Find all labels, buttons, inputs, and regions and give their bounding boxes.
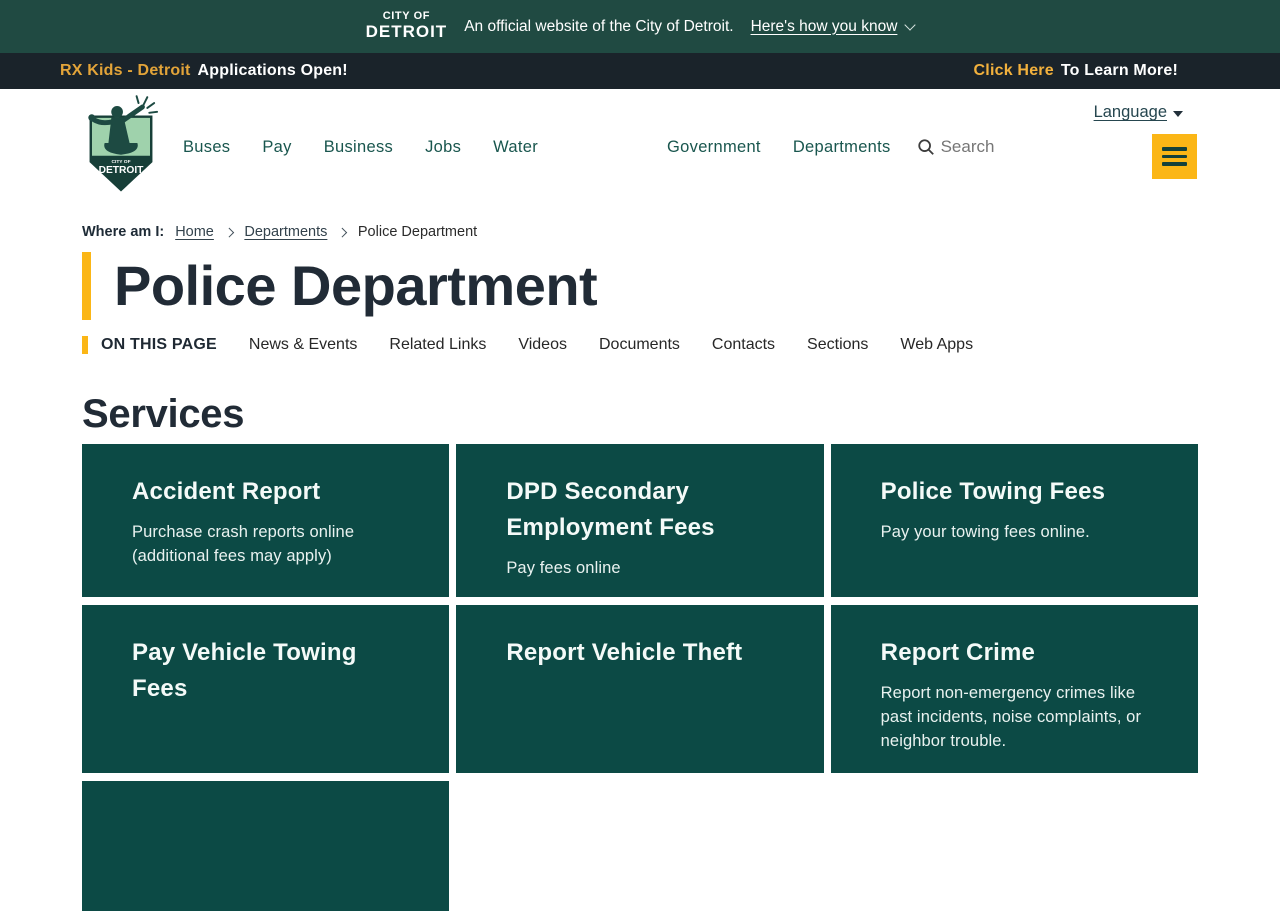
service-card-description: Report non-emergency crimes like past in… (880, 684, 1142, 750)
main-navigation: Buses Pay Business Jobs Water Government… (183, 138, 891, 157)
detroit-logo[interactable]: CITY OF DETROIT (82, 93, 160, 198)
nav-jobs[interactable]: Jobs (425, 138, 461, 157)
service-card-title: Police Towing Fees (880, 478, 1106, 505)
service-card-description: Purchase crash reports online (additiona… (132, 523, 355, 565)
service-card-accident-report[interactable]: Accident Report Purchase crash reports o… (82, 444, 450, 597)
breadcrumb-departments-link[interactable]: Departments (244, 224, 327, 240)
service-card-description: Pay your towing fees online. (880, 523, 1090, 541)
tab-contacts[interactable]: Contacts (712, 336, 775, 354)
banner-left-text: Applications Open! (197, 62, 348, 79)
rx-kids-link[interactable]: RX Kids - Detroit (60, 62, 191, 79)
service-card-title: Accident Report (132, 478, 321, 505)
breadcrumb-current-page: Police Department (357, 224, 478, 240)
svg-text:DETROIT: DETROIT (99, 165, 145, 176)
service-card-dpd-secondary-employment-fees[interactable]: DPD Secondary Employment Fees Pay fees o… (456, 444, 824, 597)
site-header: CITY OF DETROIT Buses Pay Business Jobs … (0, 89, 1280, 201)
search-icon (917, 139, 934, 155)
heres-how-you-know-link[interactable]: Here's how you know (750, 17, 917, 36)
menu-icon (1162, 147, 1187, 166)
spirit-of-detroit-logo-icon: CITY OF DETROIT (88, 94, 159, 191)
service-card-report-crime[interactable]: Report Crime Report non-emergency crimes… (830, 605, 1198, 773)
official-website-text: An official website of the City of Detro… (464, 17, 734, 35)
page-title: Police Department (82, 252, 1198, 320)
language-dropdown[interactable]: Language (1094, 103, 1183, 122)
tab-videos[interactable]: Videos (518, 336, 567, 354)
service-card-title: Report Vehicle Theft (506, 639, 743, 666)
search-control[interactable]: Search (917, 137, 995, 157)
announcement-banner: RX Kids - Detroit Applications Open! Clic… (0, 53, 1280, 89)
on-this-page-label: ON THIS PAGE (82, 336, 217, 354)
heres-how-you-know-label: Here's how you know (750, 17, 898, 35)
service-card-description: Pay fees online (506, 559, 621, 577)
breadcrumb-home-link[interactable]: Home (175, 224, 214, 240)
banner-right-message: Click Here To Learn More! (974, 62, 1178, 80)
official-topbar: CITY OF DETROIT An official website of t… (0, 0, 1280, 53)
topbar-city-wordmark-large: DETROIT (365, 22, 448, 42)
service-card-title: Report Crime (880, 639, 1036, 666)
tab-related-links[interactable]: Related Links (389, 336, 486, 354)
service-card-police-towing-fees[interactable]: Police Towing Fees Pay your towing fees … (830, 444, 1198, 597)
service-card-pay-vehicle-towing-fees[interactable]: Pay Vehicle Towing Fees (82, 605, 450, 773)
service-card-report-vehicle-theft[interactable]: Report Vehicle Theft (456, 605, 824, 773)
on-this-page-nav: ON THIS PAGE News & Events Related Links… (82, 332, 1198, 358)
banner-left-message: RX Kids - Detroit Applications Open! (60, 62, 348, 80)
service-card-partial[interactable] (82, 781, 450, 911)
language-label: Language (1093, 103, 1167, 121)
tab-news-events[interactable]: News & Events (249, 336, 357, 354)
chevron-right-icon (338, 227, 348, 237)
nav-business[interactable]: Business (324, 138, 393, 157)
tab-sections[interactable]: Sections (807, 336, 868, 354)
service-card-title: DPD Secondary Employment Fees (506, 478, 715, 541)
main-content: Where am I: Home Departments Police Depa… (0, 224, 1280, 911)
click-here-link[interactable]: Click Here (974, 62, 1054, 79)
menu-button[interactable] (1152, 134, 1197, 179)
nav-water[interactable]: Water (493, 138, 538, 157)
svg-text:CITY OF: CITY OF (111, 159, 130, 165)
banner-right-text: To Learn More! (1060, 62, 1178, 79)
chevron-down-icon (904, 19, 917, 31)
tab-documents[interactable]: Documents (599, 336, 680, 354)
nav-departments[interactable]: Departments (793, 138, 891, 157)
nav-government[interactable]: Government (667, 138, 761, 157)
services-grid: Accident Report Purchase crash reports o… (82, 444, 1198, 911)
search-label: Search (940, 137, 995, 156)
services-heading: Services (82, 392, 245, 436)
breadcrumb-prefix: Where am I: (82, 224, 165, 240)
chevron-right-icon (224, 227, 234, 237)
caret-down-icon (1173, 110, 1183, 117)
nav-buses[interactable]: Buses (183, 138, 230, 157)
nav-pay[interactable]: Pay (262, 138, 291, 157)
breadcrumb: Where am I: Home Departments Police Depa… (82, 224, 1198, 240)
tab-web-apps[interactable]: Web Apps (900, 336, 973, 354)
service-card-title: Pay Vehicle Towing Fees (132, 639, 357, 702)
topbar-city-wordmark: CITY OF DETROIT (365, 10, 448, 42)
